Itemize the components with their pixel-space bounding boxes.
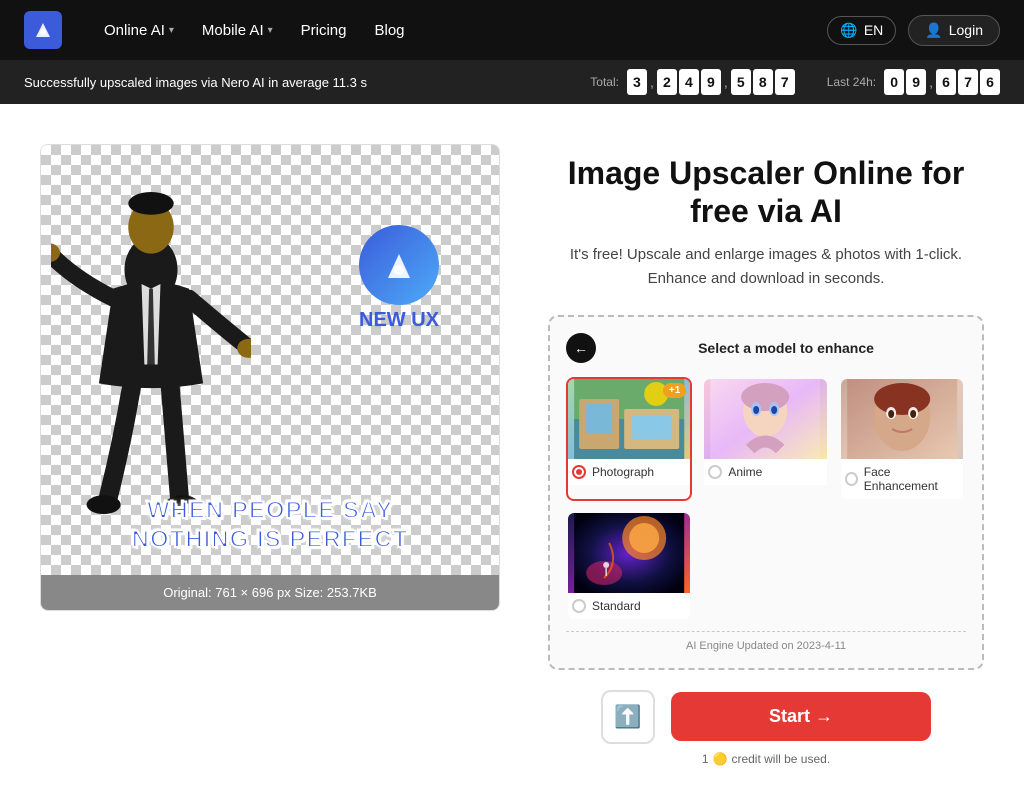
- language-button[interactable]: 🌐 EN: [827, 16, 896, 45]
- last24h-label: Last 24h:: [827, 75, 876, 89]
- radio-standard: [572, 599, 586, 613]
- image-card: NEW UX WHEN PEOPLE SAY NOTHING IS PERFEC…: [40, 144, 500, 611]
- model-selector-title: Select a model to enhance: [606, 340, 966, 356]
- engine-note: AI Engine Updated on 2023-4-11: [566, 631, 966, 652]
- upload-button[interactable]: ⬆️: [601, 690, 655, 744]
- chevron-down-icon: ▾: [169, 25, 174, 36]
- globe-icon: 🌐: [840, 22, 857, 39]
- person-image: [51, 175, 251, 535]
- digit: 6: [980, 69, 1000, 95]
- last24h-digits: 0 9 , 6 7 6: [884, 69, 1000, 95]
- model-label-row: Anime: [704, 459, 826, 485]
- badge-plus1: +1: [663, 383, 686, 398]
- digit: 5: [731, 69, 751, 95]
- model-label-standard: Standard: [592, 599, 641, 613]
- user-icon: 👤: [925, 22, 942, 39]
- digit: 4: [679, 69, 699, 95]
- model-label-row: Photograph: [568, 459, 690, 485]
- model-label-row: Face Enhancement: [841, 459, 963, 499]
- radio-photograph: [572, 465, 586, 479]
- coin-icon: 🟡: [713, 752, 728, 766]
- logo-icon: [24, 11, 62, 49]
- model-label-row: Standard: [568, 593, 690, 619]
- navbar: Online AI ▾ Mobile AI ▾ Pricing Blog 🌐 E…: [0, 0, 1024, 60]
- model-label-face: Face Enhancement: [864, 465, 959, 493]
- digit: 9: [906, 69, 926, 95]
- digit: 6: [936, 69, 956, 95]
- main-content: NEW UX WHEN PEOPLE SAY NOTHING IS PERFEC…: [0, 104, 1024, 786]
- digit: 3: [627, 69, 647, 95]
- model-grid-top: +1 Photograph: [566, 377, 966, 501]
- ai-badge-text: NEW UX: [359, 309, 439, 332]
- total-digits: 3 , 2 4 9 , 5 8 7: [627, 69, 795, 95]
- logo[interactable]: [24, 11, 62, 49]
- total-label: Total:: [590, 75, 619, 89]
- model-card-standard[interactable]: Standard: [566, 511, 692, 621]
- radio-anime: [708, 465, 722, 479]
- page-subtitle: It's free! Upscale and enlarge images & …: [548, 243, 984, 291]
- model-card-photograph[interactable]: +1 Photograph: [566, 377, 692, 501]
- image-content: NEW UX WHEN PEOPLE SAY NOTHING IS PERFEC…: [41, 145, 499, 575]
- model-header: ← Select a model to enhance: [566, 333, 966, 363]
- model-selector: ← Select a model to enhance: [548, 315, 984, 670]
- model-card-anime[interactable]: Anime: [702, 377, 828, 501]
- nav-links: Online AI ▾ Mobile AI ▾ Pricing Blog: [94, 14, 795, 47]
- page-title: Image Upscaler Online for free via AI: [548, 154, 984, 231]
- ai-badge: NEW UX: [359, 225, 439, 332]
- meme-text: WHEN PEOPLE SAY NOTHING IS PERFECT: [100, 497, 440, 555]
- back-button[interactable]: ←: [566, 333, 596, 363]
- ticker-bar: Successfully upscaled images via Nero AI…: [0, 60, 1024, 104]
- start-button[interactable]: Start →: [671, 692, 931, 741]
- model-thumb-standard: [568, 513, 690, 593]
- login-button[interactable]: 👤 Login: [908, 15, 1000, 46]
- image-preview-column: NEW UX WHEN PEOPLE SAY NOTHING IS PERFEC…: [40, 144, 500, 611]
- chevron-down-icon: ▾: [268, 25, 273, 36]
- nav-blog[interactable]: Blog: [365, 14, 415, 47]
- ai-circle-logo: [359, 225, 439, 305]
- digit: 7: [775, 69, 795, 95]
- nav-online-ai[interactable]: Online AI ▾: [94, 14, 184, 47]
- last24h-stat: Last 24h: 0 9 , 6 7 6: [827, 69, 1000, 95]
- nav-right: 🌐 EN 👤 Login: [827, 15, 1000, 46]
- model-grid-bottom: Standard: [566, 511, 966, 621]
- image-caption: Original: 761 × 696 px Size: 253.7KB: [41, 575, 499, 610]
- nav-mobile-ai[interactable]: Mobile AI ▾: [192, 14, 283, 47]
- total-stat: Total: 3 , 2 4 9 , 5 8 7: [590, 69, 794, 95]
- model-card-face[interactable]: Face Enhancement: [839, 377, 965, 501]
- digit: 9: [701, 69, 721, 95]
- radio-face: [845, 472, 858, 486]
- upload-icon: ⬆️: [614, 704, 641, 730]
- digit: 8: [753, 69, 773, 95]
- digit: 7: [958, 69, 978, 95]
- controls-column: Image Upscaler Online for free via AI It…: [548, 144, 984, 766]
- digit: 2: [657, 69, 677, 95]
- model-thumb-face: [841, 379, 963, 459]
- digit: 0: [884, 69, 904, 95]
- model-label-photograph: Photograph: [592, 465, 654, 479]
- model-thumb-anime: [704, 379, 826, 459]
- bottom-actions: ⬆️ Start →: [548, 690, 984, 744]
- ticker-stats: Total: 3 , 2 4 9 , 5 8 7 Last 24h: 0 9 ,…: [590, 69, 1000, 95]
- credit-note: 1 🟡 credit will be used.: [548, 752, 984, 766]
- model-label-anime: Anime: [728, 465, 762, 479]
- ticker-message: Successfully upscaled images via Nero AI…: [24, 75, 574, 90]
- model-thumb-photograph: +1: [568, 379, 690, 459]
- nav-pricing[interactable]: Pricing: [291, 14, 357, 47]
